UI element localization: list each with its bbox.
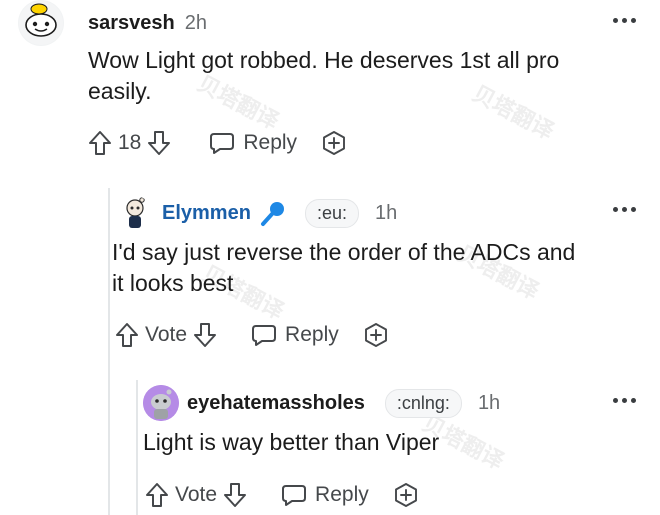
timestamp: 1h xyxy=(374,201,398,224)
comment-bubble-icon xyxy=(252,325,277,346)
vote-label: Vote xyxy=(175,483,218,506)
comment-text: Light is way better than Viper xyxy=(143,427,439,458)
comment-text-line: Wow Light got robbed. He deserves 1st al… xyxy=(88,47,560,73)
snoo-avatar-icon[interactable] xyxy=(143,385,179,421)
comment-actions: 18 Reply xyxy=(88,130,347,156)
award-plus-icon[interactable] xyxy=(321,130,347,156)
upvote-icon[interactable] xyxy=(88,130,112,156)
downvote-icon[interactable] xyxy=(223,482,247,508)
more-options-icon[interactable] xyxy=(613,398,636,403)
comment-text-line: easily. xyxy=(88,78,152,104)
comment-text-line: Light is way better than Viper xyxy=(143,429,440,455)
comment-text-line: I'd say just reverse the order of the AD… xyxy=(112,239,576,265)
reply-button[interactable]: Reply xyxy=(209,131,297,155)
username[interactable]: sarsvesh xyxy=(88,12,175,35)
more-options-icon[interactable] xyxy=(613,207,636,212)
thread-line-level1[interactable] xyxy=(108,188,110,515)
thread-line-level2[interactable] xyxy=(136,380,138,515)
timestamp: 1h xyxy=(477,391,501,414)
username[interactable]: Elymmen xyxy=(162,202,251,225)
reply-button[interactable]: Reply xyxy=(251,323,339,347)
username[interactable]: eyehatemassholes xyxy=(187,392,365,415)
award-plus-icon[interactable] xyxy=(363,322,389,348)
reply-label: Reply xyxy=(243,131,298,154)
comment-text: I'd say just reverse the order of the AD… xyxy=(112,237,575,299)
more-options-icon[interactable] xyxy=(613,18,636,23)
upvote-icon[interactable] xyxy=(115,322,139,348)
comment-text-line: it looks best xyxy=(112,270,234,296)
award-plus-icon[interactable] xyxy=(393,482,419,508)
vote-label: Vote xyxy=(145,323,188,346)
microphone-icon xyxy=(259,199,287,227)
comment-bubble-icon xyxy=(210,133,235,154)
reply-button[interactable]: Reply xyxy=(281,483,369,507)
user-flair: :eu: xyxy=(304,198,359,228)
upvote-icon[interactable] xyxy=(145,482,169,508)
snoo-avatar-icon[interactable] xyxy=(18,0,64,46)
comment-bubble-icon xyxy=(282,485,307,506)
snoo-avatar-icon[interactable] xyxy=(118,196,152,230)
timestamp: 2h xyxy=(184,11,207,34)
comment-actions: Vote Reply xyxy=(115,322,389,348)
comment-text: Wow Light got robbed. He deserves 1st al… xyxy=(88,45,559,107)
user-flair: :cnlng: xyxy=(384,388,462,418)
vote-count: 18 xyxy=(118,131,142,154)
reply-label: Reply xyxy=(315,483,369,506)
downvote-icon[interactable] xyxy=(147,130,171,156)
reply-label: Reply xyxy=(285,323,339,346)
downvote-icon[interactable] xyxy=(193,322,217,348)
comment-actions: Vote Reply xyxy=(145,482,419,508)
